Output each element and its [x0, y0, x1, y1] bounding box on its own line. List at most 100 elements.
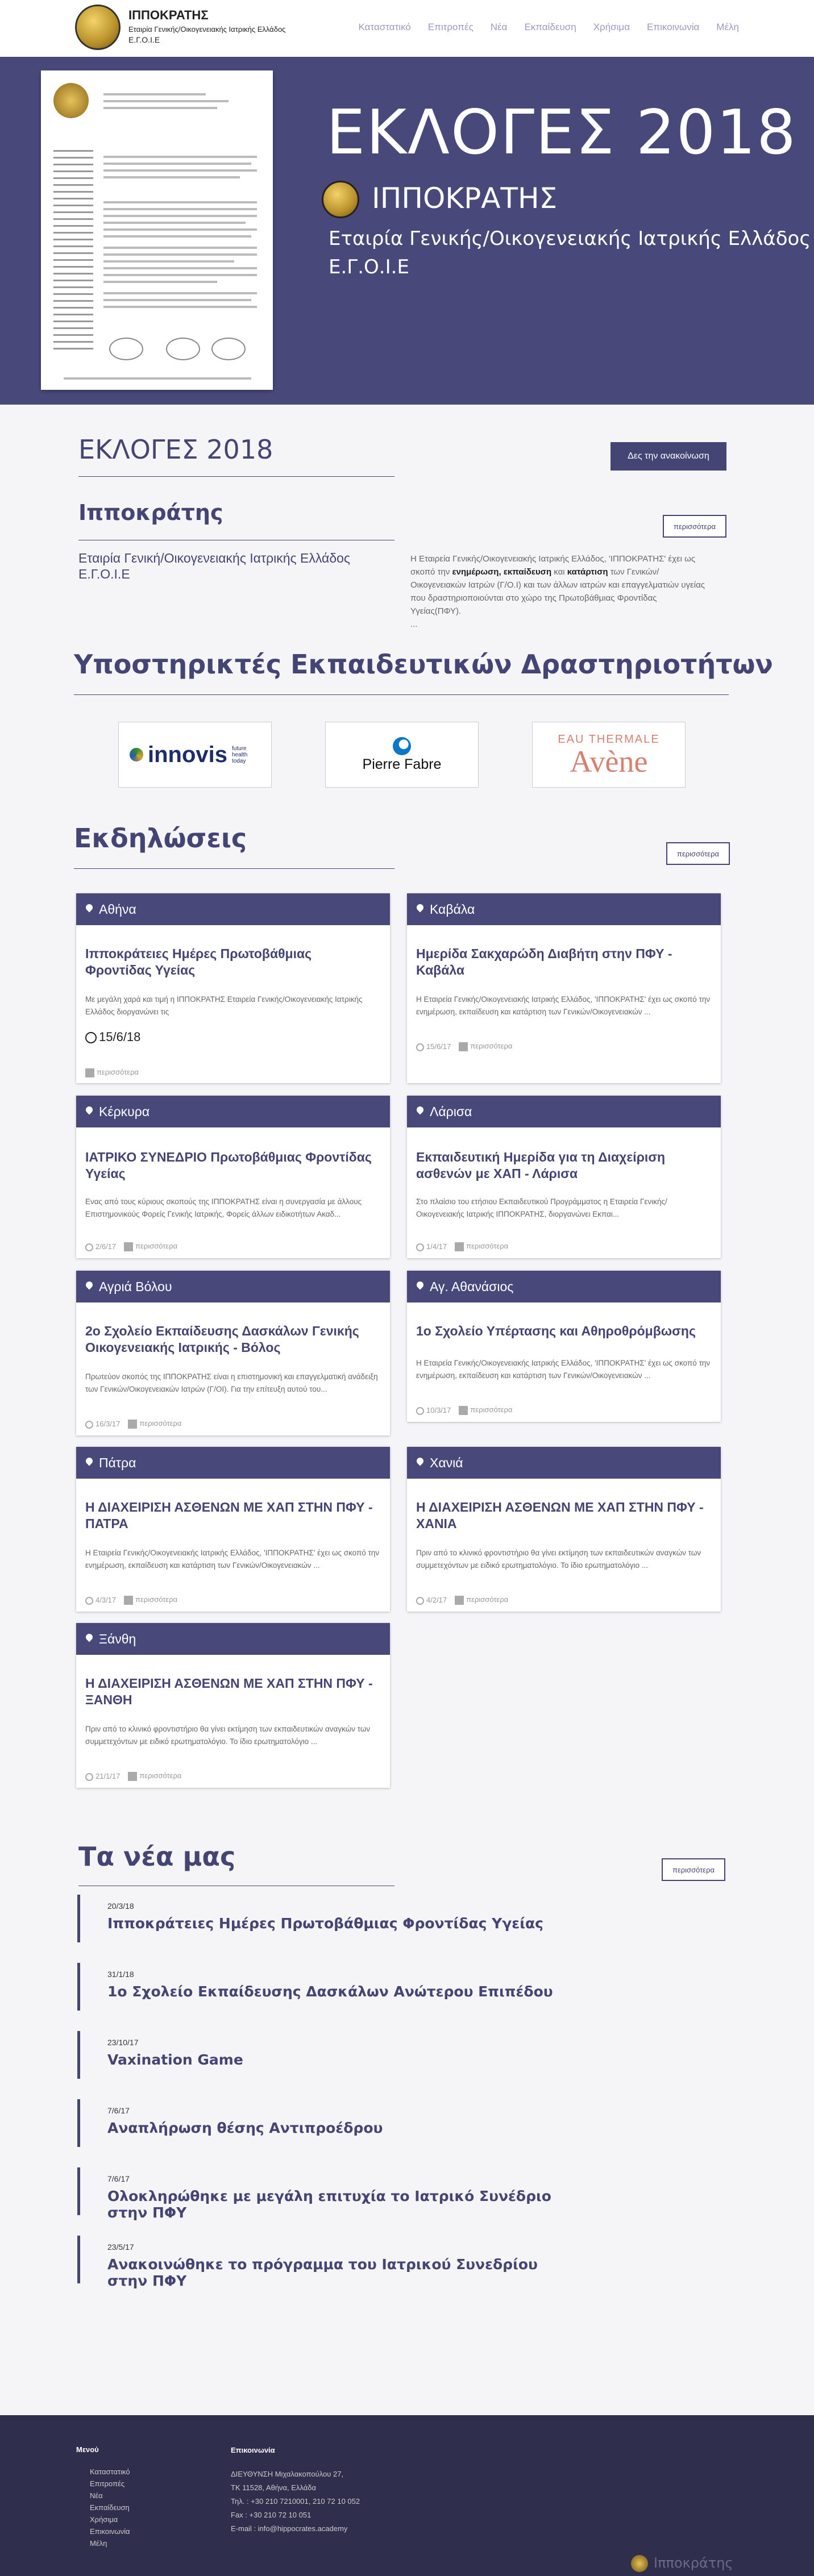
doc-line	[103, 215, 257, 217]
nav-education[interactable]: Εκπαίδευση	[524, 22, 576, 33]
event-title[interactable]: Η ΔΙΑΧΕΙΡΙΣΗ ΑΣΘΕΝΩΝ ΜΕ ΧΑΠ ΣΤΗΝ ΠΦΥ - Π…	[85, 1499, 381, 1532]
news-item[interactable]: 7/6/17 Ολοκληρώθηκε με μεγάλη επιτυχία το…	[77, 2167, 572, 2221]
doc-line	[103, 292, 257, 294]
news-headline[interactable]: Αναπλήρωση θέσης Αντιπροέδρου	[107, 2120, 572, 2136]
event-title[interactable]: ΙΑΤΡΙΚΟ ΣΥΝΕΔΡΙΟ Πρωτοβάθμιας Φροντίδας …	[85, 1149, 381, 1182]
footer-link-committees[interactable]: Επιτροπές	[90, 2478, 130, 2490]
event-city: Αγριά Βόλου	[99, 1279, 172, 1294]
location-pin-icon	[85, 1458, 93, 1468]
news-headline[interactable]: Ολοκληρώθηκε με μεγάλη επιτυχία το Ιατρι…	[107, 2188, 572, 2221]
footer-link-useful[interactable]: Χρήσιμα	[90, 2513, 130, 2525]
signature-mark	[211, 338, 246, 360]
more-link[interactable]: περισσότερα	[128, 1419, 181, 1429]
event-card-header: Κέρκυρα	[76, 1096, 390, 1127]
news-more-button[interactable]: περισσότερα	[662, 1858, 725, 1881]
news-headline[interactable]: Ιπποκράτειες Ημέρες Πρωτοβάθμιας Φροντίδ…	[107, 1915, 572, 1932]
event-title[interactable]: Η ΔΙΑΧΕΙΡΙΣΗ ΑΣΘΕΝΩΝ ΜΕ ΧΑΠ ΣΤΗΝ ΠΦΥ - Ξ…	[85, 1675, 381, 1708]
footer-brand: Ιπποκράτης	[654, 2555, 733, 2571]
footer-link-members[interactable]: Μέλη	[90, 2537, 130, 2549]
nav-useful[interactable]: Χρήσιμα	[593, 22, 630, 33]
events-more-button[interactable]: περισσότερα	[666, 842, 730, 865]
more-link[interactable]: περισσότερα	[124, 1242, 177, 1251]
event-title[interactable]: Εκπαιδευτική Ημερίδα για τη Διαχείριση α…	[416, 1149, 712, 1182]
society-logo[interactable]	[75, 5, 121, 50]
news-item[interactable]: 7/6/17 Αναπλήρωση θέσης Αντιπροέδρου	[77, 2099, 572, 2147]
event-card[interactable]: Χανιά Η ΔΙΑΧΕΙΡΙΣΗ ΑΣΘΕΝΩΝ ΜΕ ΧΑΠ ΣΤΗΝ Π…	[407, 1447, 721, 1612]
nav-news[interactable]: Νέα	[491, 22, 508, 33]
event-card[interactable]: Αθήνα Ιπποκράτειες Ημέρες Πρωτοβάθμιας Φ…	[76, 893, 390, 1083]
sponsor-avene[interactable]: EAU THERMALE Avène	[532, 722, 686, 788]
event-title[interactable]: Η ΔΙΑΧΕΙΡΙΣΗ ΑΣΘΕΝΩΝ ΜΕ ΧΑΠ ΣΤΗΝ ΠΦΥ - Χ…	[416, 1499, 712, 1532]
footer-link-statute[interactable]: Καταστατικό	[90, 2466, 130, 2478]
nav-committees[interactable]: Επιτροπές	[428, 22, 474, 33]
event-card[interactable]: Αγριά Βόλου 2ο Σχολείο Εκπαίδευσης Δασκά…	[76, 1271, 390, 1435]
about-more-button[interactable]: περισσότερα	[663, 515, 726, 538]
news-date: 7/6/17	[107, 2174, 130, 2183]
news-date: 20/3/18	[107, 1901, 134, 1911]
event-title[interactable]: Ιπποκράτειες Ημέρες Πρωτοβάθμιας Φροντίδ…	[85, 946, 381, 979]
top-header: ΙΠΠΟΚΡΑΤΗΣ Εταιρία Γενικής/Οικογενειακής…	[0, 0, 814, 57]
event-card[interactable]: Καβάλα Ημερίδα Σακχαρώδη Διαβήτη στην ΠΦ…	[407, 893, 721, 1083]
footer-link-contact[interactable]: Επικοινωνία	[90, 2525, 130, 2537]
more-link[interactable]: περισσότερα	[459, 1042, 512, 1051]
footer-link-news[interactable]: Νέα	[90, 2490, 130, 2502]
event-title[interactable]: Ημερίδα Σακχαρώδη Διαβήτη στην ΠΦΥ - Καβ…	[416, 946, 712, 979]
more-link[interactable]: περισσότερα	[459, 1405, 512, 1415]
doc-line	[64, 377, 251, 380]
event-date: 4/2/17	[416, 1596, 447, 1605]
brand-subtitle: Εταιρία Γενικής/Οικογενειακής Ιατρικής Ε…	[128, 25, 286, 34]
avene-wordmark: Avène	[570, 744, 648, 779]
about-title: Ιπποκράτης	[78, 500, 223, 525]
footer-fax: Fax : +30 210 72 10 051	[231, 2511, 312, 2519]
main-nav: Καταστατικό Επιτροπές Νέα Εκπαίδευση Χρή…	[359, 22, 739, 33]
innovis-logo-icon	[129, 748, 143, 761]
news-item[interactable]: 23/10/17 Vaxination Game	[77, 2031, 572, 2079]
news-title: Τα νέα μας	[78, 1841, 236, 1872]
event-excerpt: Πρωτεύον σκοπός της ΙΠΠΟΚΡΑΤΗΣ είναι η ε…	[85, 1372, 378, 1393]
event-title[interactable]: 2ο Σχολείο Εκπαίδευσης Δασκάλων Γενικής …	[85, 1323, 381, 1356]
news-date: 23/10/17	[107, 2038, 139, 2047]
doc-line	[103, 176, 240, 178]
event-title[interactable]: 1ο Σχολείο Υπέρτασης και Αθηροθρόμβωσης	[416, 1323, 712, 1339]
view-announcement-button[interactable]: Δες την ανακοίνωση	[610, 442, 726, 471]
more-link[interactable]: περισσότερα	[455, 1242, 508, 1251]
news-headline[interactable]: 1ο Σχολείο Εκπαίδευσης Δασκάλων Ανώτερου…	[107, 1983, 572, 2000]
location-pin-icon	[85, 1634, 93, 1644]
doc-line	[103, 156, 257, 158]
footer-postal: ΤΚ 11528, Αθήνα, Ελλάδα	[231, 2483, 317, 2492]
nav-statute[interactable]: Καταστατικό	[359, 22, 411, 33]
location-pin-icon	[85, 1281, 93, 1292]
clock-icon	[416, 1596, 424, 1605]
sponsors-rule	[74, 694, 729, 695]
footer-link-education[interactable]: Εκπαίδευση	[90, 2502, 130, 2513]
image-icon	[128, 1772, 138, 1781]
news-headline[interactable]: Vaxination Game	[107, 2051, 572, 2068]
innovis-tagline: future health today	[232, 745, 248, 764]
event-meta: 4/2/17 περισσότερα	[416, 1595, 508, 1605]
brand-block[interactable]: ΙΠΠΟΚΡΑΤΗΣ Εταιρία Γενικής/Οικογενειακής…	[128, 8, 285, 44]
more-link[interactable]: περισσότερα	[85, 1068, 139, 1077]
nav-contact[interactable]: Επικοινωνία	[647, 22, 699, 33]
footer-email[interactable]: E-mail : info@hippocrates.academy	[231, 2522, 360, 2536]
news-item[interactable]: 20/3/18 Ιπποκράτειες Ημέρες Πρωτοβάθμιας …	[77, 1895, 572, 1942]
more-link[interactable]: περισσότερα	[124, 1595, 177, 1605]
sponsor-pierre-fabre[interactable]: Pierre Fabre	[325, 722, 479, 788]
event-card-header: Αγ. Αθανάσιος	[407, 1271, 721, 1302]
announcement-document-image[interactable]	[41, 70, 273, 390]
event-card[interactable]: Λάρισα Εκπαιδευτική Ημερίδα για τη Διαχε…	[407, 1096, 721, 1258]
image-icon	[455, 1596, 464, 1605]
event-card[interactable]: Κέρκυρα ΙΑΤΡΙΚΟ ΣΥΝΕΔΡΙΟ Πρωτοβάθμιας Φρ…	[76, 1096, 390, 1258]
image-icon	[85, 1068, 94, 1077]
event-date: 10/3/17	[416, 1406, 451, 1415]
more-link[interactable]: περισσότερα	[128, 1771, 181, 1781]
more-link[interactable]: περισσότερα	[455, 1595, 508, 1605]
event-card[interactable]: Αγ. Αθανάσιος 1ο Σχολείο Υπέρτασης και Α…	[407, 1271, 721, 1422]
news-headline[interactable]: Ανακοινώθηκε το πρόγραμμα του Ιατρικού Σ…	[107, 2256, 572, 2289]
news-item[interactable]: 31/1/18 1ο Σχολείο Εκπαίδευσης Δασκάλων Α…	[77, 1963, 572, 2011]
event-card[interactable]: Πάτρα Η ΔΙΑΧΕΙΡΙΣΗ ΑΣΘΕΝΩΝ ΜΕ ΧΑΠ ΣΤΗΝ Π…	[76, 1447, 390, 1612]
event-card[interactable]: Ξάνθη Η ΔΙΑΧΕΙΡΙΣΗ ΑΣΘΕΝΩΝ ΜΕ ΧΑΠ ΣΤΗΝ Π…	[76, 1623, 390, 1788]
news-item[interactable]: 23/5/17 Ανακοινώθηκε το πρόγραμμα του Ιατ…	[77, 2236, 572, 2289]
event-excerpt: Η Εταιρεία Γενικής/Οικογενειακής Ιατρική…	[85, 1549, 380, 1570]
sponsor-innovis[interactable]: innovis future health today	[118, 722, 272, 788]
nav-members[interactable]: Μέλη	[716, 22, 739, 33]
